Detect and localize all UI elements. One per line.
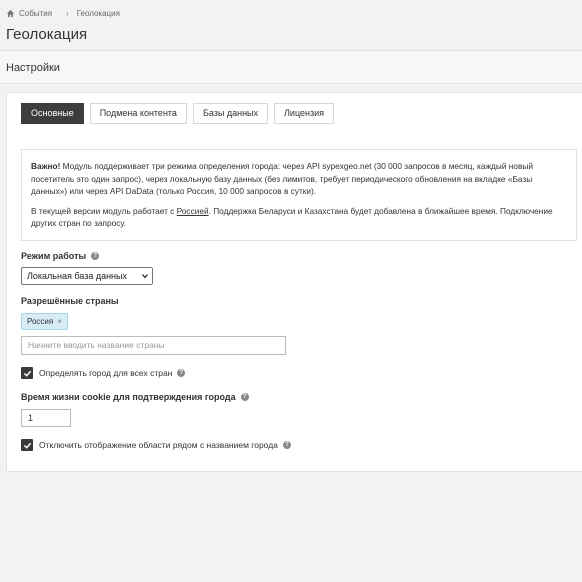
cookie-label-text: Время жизни cookie для подтверждения гор… xyxy=(21,392,236,402)
cookie-label: Время жизни cookie для подтверждения гор… xyxy=(21,392,249,402)
mode-select[interactable]: Локальная база данных xyxy=(21,267,153,285)
breadcrumb-separator: › xyxy=(66,9,69,18)
country-search-input[interactable]: Начните вводить название страны xyxy=(21,336,286,355)
breadcrumb: События › Геолокация xyxy=(6,9,120,18)
check-icon xyxy=(23,370,31,377)
tab-main[interactable]: Основные xyxy=(21,103,84,124)
hide-region-row: Отключить отображение области рядом с на… xyxy=(21,439,291,451)
chevron-down-icon xyxy=(142,274,148,279)
all-countries-row: Определять город для всех стран ? xyxy=(21,367,186,379)
notice-paragraph-2: В текущей версии модуль работает с Росси… xyxy=(31,205,567,230)
help-icon[interactable]: ? xyxy=(91,252,100,260)
tab-databases[interactable]: Базы данных xyxy=(192,103,269,124)
help-icon[interactable]: ? xyxy=(177,369,186,377)
all-countries-checkbox[interactable] xyxy=(21,367,33,379)
mode-select-value: Локальная база данных xyxy=(27,271,127,281)
notice-bold: Важно! xyxy=(31,161,61,171)
all-countries-label: Определять город для всех стран xyxy=(39,368,173,378)
russia-link[interactable]: Россией xyxy=(177,206,209,216)
cookie-lifetime-value: 1 xyxy=(28,413,34,423)
tab-content-replace[interactable]: Подмена контента xyxy=(89,103,187,124)
settings-panel: Основные Подмена контента Базы данных Ли… xyxy=(6,92,582,472)
countries-label: Разрешённые страны xyxy=(21,296,119,306)
help-icon[interactable]: ? xyxy=(282,441,291,449)
country-search-placeholder: Начните вводить название страны xyxy=(28,340,165,350)
mode-label: Режим работы ? xyxy=(21,251,100,261)
close-icon[interactable]: × xyxy=(57,314,62,329)
mode-label-text: Режим работы xyxy=(21,251,87,261)
section-header: Настройки xyxy=(0,51,582,84)
breadcrumb-home-link[interactable]: События xyxy=(19,9,52,18)
tab-bar: Основные Подмена контента Базы данных Ли… xyxy=(21,103,335,124)
notice-paragraph-1: Важно! Модуль поддерживает три режима оп… xyxy=(31,160,567,198)
tab-license[interactable]: Лицензия xyxy=(274,103,335,124)
page-title: Геолокация xyxy=(6,26,88,43)
notice-text: Модуль поддерживает три режима определен… xyxy=(31,161,533,196)
check-icon xyxy=(23,442,31,449)
country-chip: Россия × xyxy=(21,313,68,330)
cookie-lifetime-input[interactable]: 1 xyxy=(21,409,71,427)
country-chip-label: Россия xyxy=(27,317,54,326)
home-icon[interactable] xyxy=(6,9,15,18)
help-icon[interactable]: ? xyxy=(240,393,249,401)
notice-box: Важно! Модуль поддерживает три режима оп… xyxy=(21,149,577,241)
countries-label-text: Разрешённые страны xyxy=(21,296,119,306)
breadcrumb-current: Геолокация xyxy=(76,9,120,18)
section-title: Настройки xyxy=(6,62,60,74)
hide-region-label: Отключить отображение области рядом с на… xyxy=(39,440,278,450)
hide-region-checkbox[interactable] xyxy=(21,439,33,451)
notice-text-2a: В текущей версии модуль работает с xyxy=(31,205,177,216)
